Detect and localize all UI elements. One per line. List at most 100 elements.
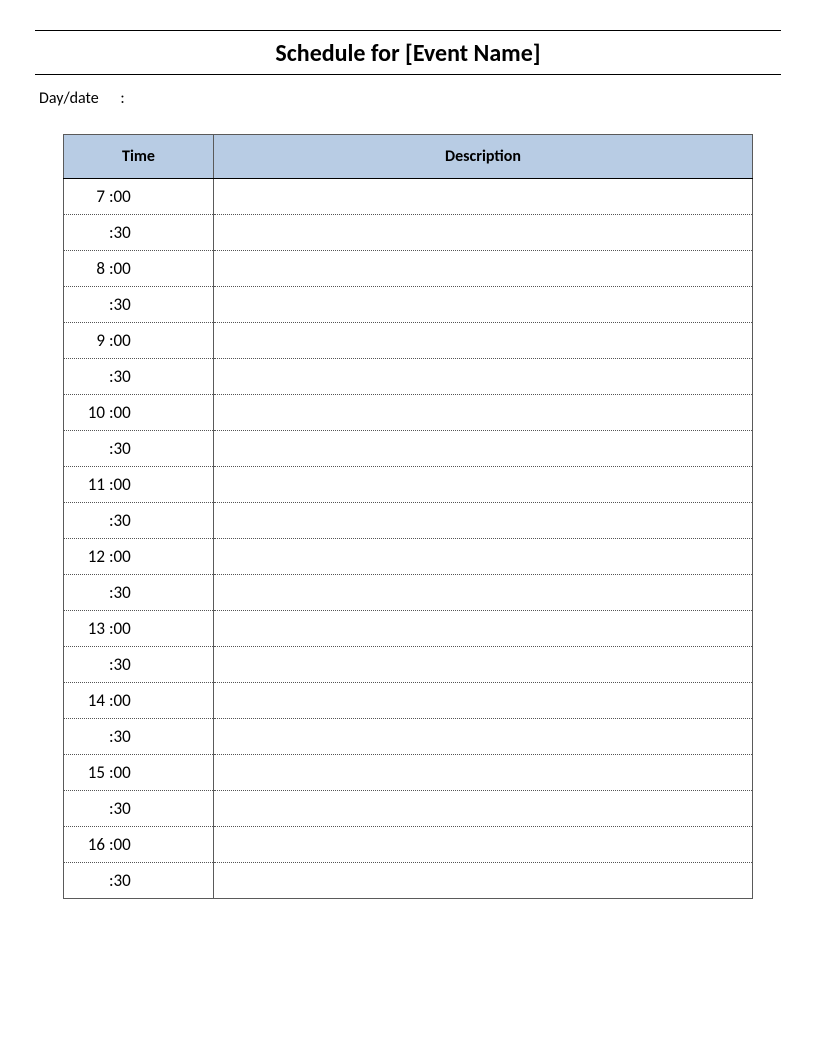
table-header-row: Time Description (64, 135, 753, 179)
table-row: :30 (64, 863, 753, 899)
time-minute: :00 (109, 546, 131, 567)
table-row: :30 (64, 287, 753, 323)
time-minute: :30 (109, 222, 131, 243)
time-minute: :30 (109, 294, 131, 315)
description-cell (214, 863, 753, 899)
description-cell (214, 503, 753, 539)
time-cell: 14:00 (64, 683, 214, 719)
time-minute: :00 (109, 186, 131, 207)
time-cell: :30 (64, 215, 214, 251)
time-minute: :00 (109, 618, 131, 639)
time-cell: 11:00 (64, 467, 214, 503)
time-cell: :30 (64, 647, 214, 683)
description-cell (214, 611, 753, 647)
time-cell: 8:00 (64, 251, 214, 287)
time-cell: :30 (64, 719, 214, 755)
time-hour: 11 (64, 474, 109, 495)
table-row: 12:00 (64, 539, 753, 575)
table-row: :30 (64, 503, 753, 539)
table-row: 10:00 (64, 395, 753, 431)
time-cell: :30 (64, 287, 214, 323)
daydate-line: Day/date : (35, 89, 781, 108)
description-cell (214, 467, 753, 503)
time-cell: 10:00 (64, 395, 214, 431)
table-row: 15:00 (64, 755, 753, 791)
time-hour: 12 (64, 546, 109, 567)
table-row: 9:00 (64, 323, 753, 359)
table-row: 7:00 (64, 179, 753, 215)
time-minute: :00 (109, 402, 131, 423)
col-header-description: Description (214, 135, 753, 179)
time-hour: 8 (64, 258, 109, 279)
daydate-sep: : (120, 89, 124, 108)
table-row: :30 (64, 575, 753, 611)
time-hour: 13 (64, 618, 109, 639)
table-row: 11:00 (64, 467, 753, 503)
description-cell (214, 323, 753, 359)
description-cell (214, 575, 753, 611)
time-minute: :30 (109, 582, 131, 603)
time-minute: :30 (109, 798, 131, 819)
schedule-table: Time Description 7:00:308:00:309:00:3010… (63, 134, 753, 899)
time-minute: :30 (109, 870, 131, 891)
description-cell (214, 251, 753, 287)
time-minute: :00 (109, 762, 131, 783)
col-header-time: Time (64, 135, 214, 179)
time-hour: 16 (64, 834, 109, 855)
time-cell: 16:00 (64, 827, 214, 863)
description-cell (214, 539, 753, 575)
table-row: :30 (64, 647, 753, 683)
time-cell: 9:00 (64, 323, 214, 359)
time-cell: :30 (64, 791, 214, 827)
description-cell (214, 791, 753, 827)
description-cell (214, 179, 753, 215)
time-minute: :30 (109, 726, 131, 747)
time-hour: 15 (64, 762, 109, 783)
table-row: :30 (64, 791, 753, 827)
time-hour: 9 (64, 330, 109, 351)
time-cell: 15:00 (64, 755, 214, 791)
description-cell (214, 755, 753, 791)
time-hour: 10 (64, 402, 109, 423)
table-row: 13:00 (64, 611, 753, 647)
time-cell: 7:00 (64, 179, 214, 215)
table-row: :30 (64, 215, 753, 251)
description-cell (214, 719, 753, 755)
table-row: :30 (64, 719, 753, 755)
time-minute: :00 (109, 834, 131, 855)
time-cell: :30 (64, 863, 214, 899)
title-rule-top (35, 30, 781, 31)
page-title: Schedule for [Event Name] (35, 37, 781, 74)
description-cell (214, 395, 753, 431)
time-minute: :30 (109, 654, 131, 675)
table-row: :30 (64, 431, 753, 467)
title-rule-bottom (35, 74, 781, 75)
description-cell (214, 683, 753, 719)
table-row: :30 (64, 359, 753, 395)
time-hour: 14 (64, 690, 109, 711)
time-cell: 13:00 (64, 611, 214, 647)
table-row: 14:00 (64, 683, 753, 719)
description-cell (214, 359, 753, 395)
time-minute: :30 (109, 510, 131, 531)
time-minute: :00 (109, 474, 131, 495)
time-cell: 12:00 (64, 539, 214, 575)
description-cell (214, 431, 753, 467)
time-minute: :00 (109, 258, 131, 279)
time-minute: :00 (109, 690, 131, 711)
description-cell (214, 287, 753, 323)
time-minute: :30 (109, 438, 131, 459)
daydate-label: Day/date (39, 89, 99, 108)
description-cell (214, 215, 753, 251)
time-cell: :30 (64, 503, 214, 539)
time-cell: :30 (64, 431, 214, 467)
time-minute: :00 (109, 330, 131, 351)
table-row: 8:00 (64, 251, 753, 287)
description-cell (214, 647, 753, 683)
time-cell: :30 (64, 359, 214, 395)
time-hour: 7 (64, 186, 109, 207)
time-cell: :30 (64, 575, 214, 611)
description-cell (214, 827, 753, 863)
time-minute: :30 (109, 366, 131, 387)
table-row: 16:00 (64, 827, 753, 863)
